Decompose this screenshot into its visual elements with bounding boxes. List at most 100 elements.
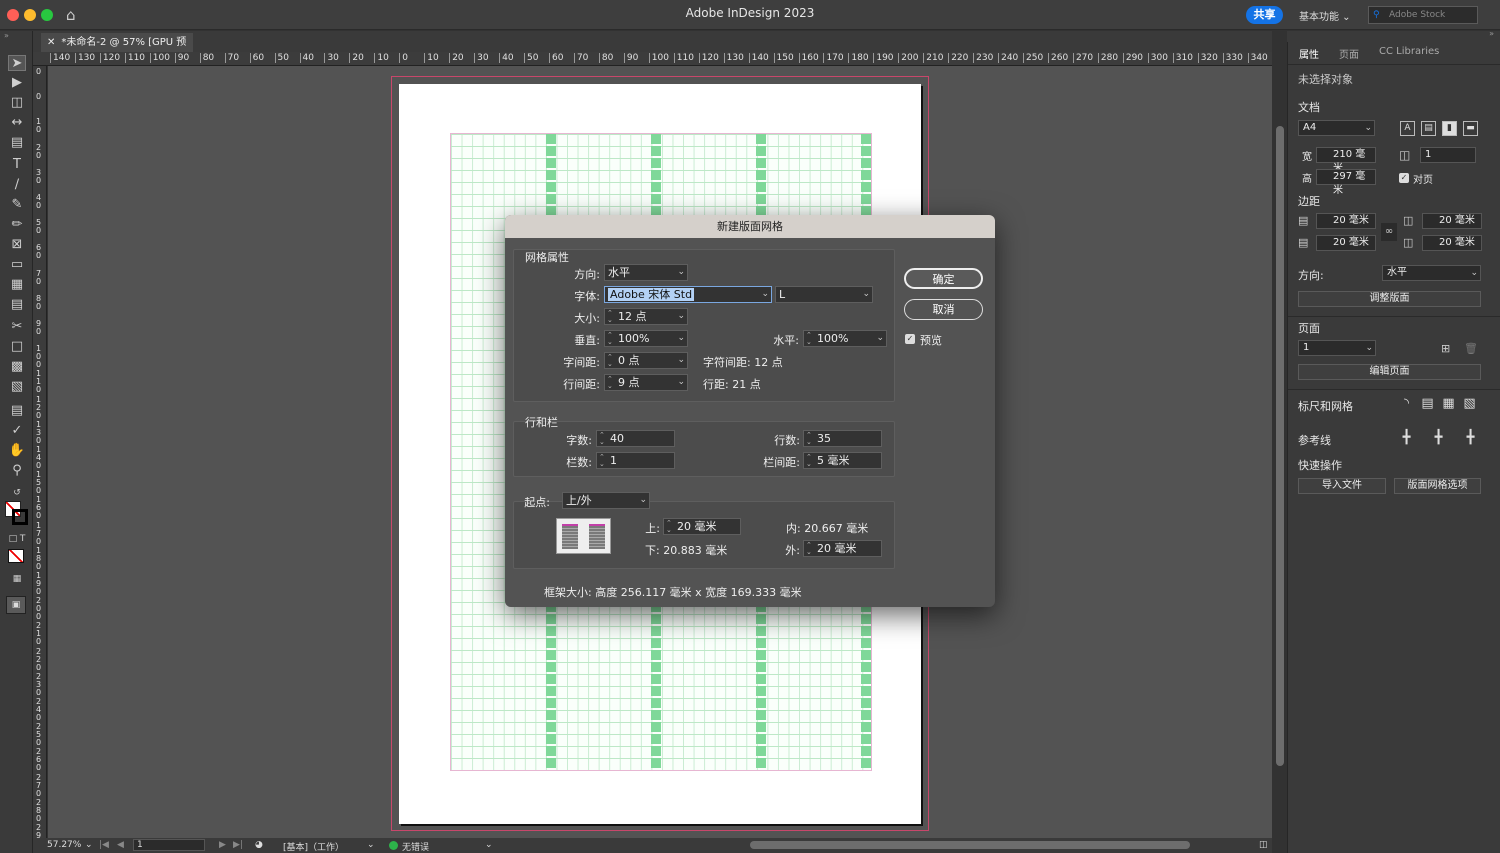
base-style-label[interactable]: [基本]（工作） xyxy=(283,840,344,853)
direct-selection-tool-icon[interactable]: ▶ xyxy=(8,75,26,91)
tab-pages[interactable]: 页面 xyxy=(1339,46,1359,61)
tab-properties[interactable]: 属性 xyxy=(1299,46,1319,61)
width-field[interactable]: 210 毫米 xyxy=(1316,147,1376,174)
layout-grid-icon[interactable]: ▧ xyxy=(1462,397,1477,412)
vertical-ruler[interactable]: 0 0 10 20 30 40 50 60 70 80 90 10011012013014015016… xyxy=(33,66,47,838)
margin-outside-field[interactable]: 20 毫米 xyxy=(1422,235,1482,251)
first-page-icon[interactable]: |◀ xyxy=(99,840,109,850)
page-select[interactable]: 1 ⌄ xyxy=(1298,340,1376,356)
starting-point-select[interactable]: 上/外 ⌄ xyxy=(562,492,650,509)
height-field[interactable]: 297 毫米 xyxy=(1316,169,1376,196)
lock-guides-icon[interactable]: ╋ xyxy=(1463,431,1478,446)
split-view-icon[interactable]: ◫ xyxy=(1259,840,1268,850)
formatting-container-icon[interactable]: □ T xyxy=(8,531,26,547)
vertical-grid-tool-icon[interactable]: ▤ xyxy=(8,297,26,313)
normal-mode-icon[interactable]: ▣ xyxy=(6,596,26,614)
page-size-select[interactable]: A4 ⌄ xyxy=(1298,120,1375,136)
stock-search-input[interactable]: ⚲ Adobe Stock xyxy=(1368,6,1478,24)
content-collector-icon[interactable]: ▤ xyxy=(8,135,26,151)
size-field[interactable]: 12 点 ⌄ xyxy=(604,306,688,328)
page-count-field[interactable]: 1 xyxy=(1420,147,1476,163)
gutter-field[interactable]: 5 毫米 xyxy=(803,450,882,472)
chars-per-line-field[interactable]: 40 xyxy=(596,428,675,450)
hand-tool-icon[interactable]: ✋ xyxy=(8,443,26,459)
horizontal-scale-field[interactable]: 100% ⌄ xyxy=(803,328,887,350)
margin-bottom-field[interactable]: 20 毫米 xyxy=(1316,235,1376,251)
top-field[interactable]: 20 毫米 xyxy=(663,516,741,538)
gap-tool-icon[interactable]: ↔ xyxy=(8,115,26,131)
document-tab[interactable]: ✕*未命名-2 @ 57% [GPU 预览] xyxy=(41,33,193,67)
vertical-scrollbar[interactable] xyxy=(1276,126,1284,766)
stroke-swatch-icon[interactable] xyxy=(12,509,28,525)
style-dropdown-icon[interactable]: ⌄ xyxy=(367,840,375,850)
text-frame-icon[interactable]: A xyxy=(1400,121,1415,136)
lines-field[interactable]: 35 xyxy=(803,428,882,450)
scissors-tool-icon[interactable]: ✂ xyxy=(8,319,26,335)
preview-checkbox[interactable]: ✓ xyxy=(905,334,915,344)
add-page-icon[interactable]: ⊞ xyxy=(1441,342,1450,355)
type-tool-icon[interactable]: T xyxy=(8,157,26,173)
pencil-tool-icon[interactable]: ✏ xyxy=(8,217,26,233)
prev-page-icon[interactable]: ◀ xyxy=(117,840,124,850)
columns-field[interactable]: 1 xyxy=(596,450,675,472)
next-page-icon[interactable]: ▶ xyxy=(219,840,226,850)
zoom-level[interactable]: 57.27% xyxy=(47,840,81,850)
facing-pages-checkbox[interactable]: ✓ xyxy=(1399,173,1409,183)
delete-page-icon[interactable]: 🗑 xyxy=(1464,342,1478,355)
swap-fill-stroke-icon[interactable]: ↺ xyxy=(8,485,26,501)
zoom-dropdown-icon[interactable]: ⌄ xyxy=(85,840,93,850)
free-transform-tool-icon[interactable]: □ xyxy=(8,339,26,355)
note-tool-icon[interactable]: ▤ xyxy=(8,403,26,419)
portrait-icon[interactable]: ▮ xyxy=(1442,121,1457,136)
apply-none-icon[interactable] xyxy=(8,549,24,563)
page-number-field[interactable]: 1 xyxy=(133,839,205,851)
gradient-tool-icon[interactable]: ▩ xyxy=(8,359,26,375)
adjust-layout-button[interactable]: 调整版面 xyxy=(1298,291,1481,307)
selection-tool-icon[interactable]: ➤ xyxy=(8,55,26,71)
ruler-icon[interactable]: ◝ xyxy=(1399,397,1414,412)
gradient-feather-icon[interactable]: ▧ xyxy=(8,379,26,395)
last-page-icon[interactable]: ▶| xyxy=(233,840,243,850)
page-tool-icon[interactable]: ◫ xyxy=(8,95,26,111)
document-grid-icon[interactable]: ▦ xyxy=(1441,397,1456,412)
preflight-dropdown-icon[interactable]: ⌄ xyxy=(485,840,493,850)
rectangle-tool-icon[interactable]: ▭ xyxy=(8,257,26,273)
link-margins-icon[interactable]: ∞ xyxy=(1381,223,1397,241)
layout-grid-options-button[interactable]: 版面网格选项 xyxy=(1394,478,1481,494)
margin-inside-field[interactable]: 20 毫米 xyxy=(1422,213,1482,229)
margin-top-field[interactable]: 20 毫米 xyxy=(1316,213,1376,229)
cancel-button[interactable]: 取消 xyxy=(904,299,983,320)
collapse-panel-icon[interactable]: » xyxy=(1489,29,1494,38)
direction-select[interactable]: 水平 ⌄ xyxy=(604,264,688,281)
line-aki-field[interactable]: 9 点 ⌄ xyxy=(604,372,688,394)
open-page-icon[interactable]: ◕ xyxy=(255,840,263,850)
ok-button[interactable]: 确定 xyxy=(904,268,983,289)
baseline-grid-icon[interactable]: ▤ xyxy=(1420,397,1435,412)
char-aki-field[interactable]: 0 点 ⌄ xyxy=(604,350,688,372)
preflight-status[interactable]: 无错误 xyxy=(402,840,429,853)
tab-cc-libraries[interactable]: CC Libraries xyxy=(1379,46,1439,57)
import-file-button[interactable]: 导入文件 xyxy=(1298,478,1386,494)
font-style-select[interactable]: L ⌄ xyxy=(775,286,873,303)
line-tool-icon[interactable]: ∕ xyxy=(8,177,26,193)
zoom-tool-icon[interactable]: ⚲ xyxy=(8,463,26,479)
outside-field[interactable]: 20 毫米 xyxy=(803,538,882,560)
guides-icon[interactable]: ╋ xyxy=(1399,431,1414,446)
rectangle-frame-tool-icon[interactable]: ⊠ xyxy=(8,237,26,253)
landscape-icon[interactable]: ▬ xyxy=(1463,121,1478,136)
screen-mode-icon[interactable]: ▦ xyxy=(8,571,26,587)
eyedropper-tool-icon[interactable]: ✓ xyxy=(8,423,26,439)
horizontal-ruler[interactable]: 140 130 120 110 100 90 80 70 60 50 40 30 20 10 0 10 20 30… xyxy=(33,52,1272,66)
collapse-icon[interactable]: » xyxy=(4,31,9,40)
document-icon[interactable]: ▤ xyxy=(1421,121,1436,136)
share-button[interactable]: 共享 xyxy=(1246,6,1283,24)
smart-guides-icon[interactable]: ╋ xyxy=(1431,431,1446,446)
direction-select[interactable]: 水平 ⌄ xyxy=(1382,265,1481,281)
edit-page-button[interactable]: 编辑页面 xyxy=(1298,364,1481,380)
close-tab-icon[interactable]: ✕ xyxy=(47,37,55,48)
horizontal-scrollbar[interactable] xyxy=(750,841,1190,849)
workspace-switcher[interactable]: 基本功能 ⌄ xyxy=(1299,8,1351,23)
pen-tool-icon[interactable]: ✎ xyxy=(8,197,26,213)
font-family-select[interactable]: Adobe 宋体 Std ⌄ xyxy=(604,286,772,303)
vertical-scale-field[interactable]: 100% ⌄ xyxy=(604,328,688,350)
